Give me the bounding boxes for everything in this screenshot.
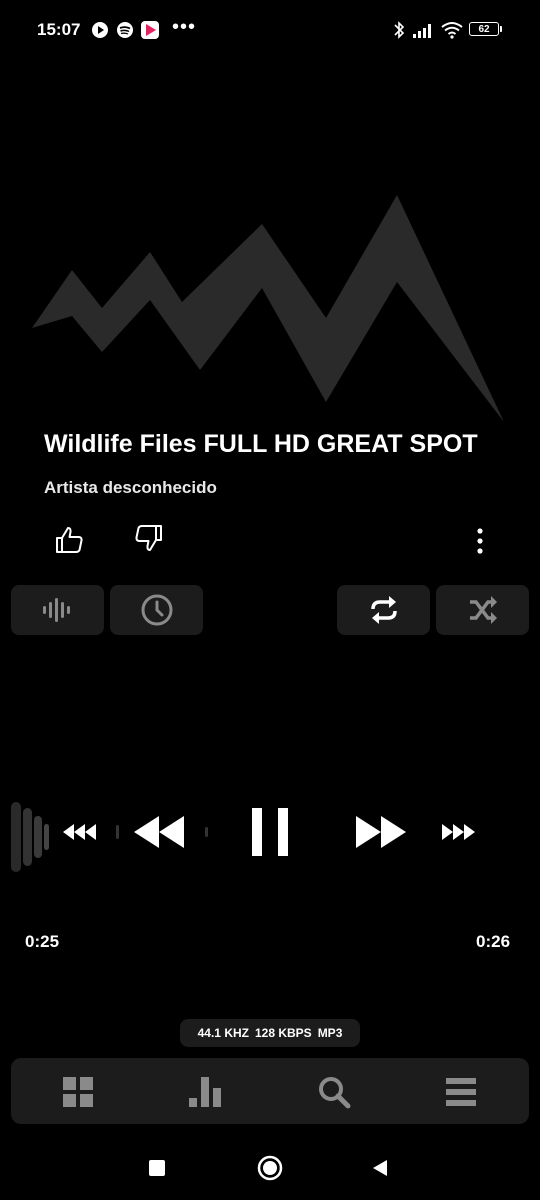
seek-handle-waveform[interactable] [10, 800, 50, 874]
more-options-button[interactable] [468, 526, 492, 556]
battery-tip [500, 26, 502, 32]
clock-icon [141, 594, 172, 626]
spotify-icon [117, 22, 133, 38]
divider [116, 825, 119, 839]
bitrate: 128 KBPS [254, 1026, 312, 1040]
album-art [32, 195, 504, 422]
nav-queue[interactable] [441, 1072, 481, 1112]
thumbs-down-icon[interactable] [130, 522, 166, 554]
pause-icon[interactable] [248, 805, 292, 859]
recents-icon[interactable] [148, 1159, 166, 1177]
nav-search[interactable] [314, 1072, 354, 1112]
thumbs-up-icon[interactable] [52, 524, 88, 556]
shuffle-icon [469, 596, 497, 624]
total-time: 0:26 [476, 932, 511, 951]
battery-icon: 62 [469, 22, 499, 36]
menu-icon [446, 1078, 476, 1106]
wifi-icon [441, 22, 463, 39]
battery-level: 62 [478, 23, 490, 35]
signal-icon [413, 24, 431, 38]
skip-forward-icon[interactable] [438, 821, 478, 843]
app-notification-icon [141, 21, 159, 39]
status-time: 15:07 [37, 20, 81, 39]
bottom-navigation [11, 1058, 529, 1124]
track-artist: Artista desconhecido [44, 478, 217, 497]
sleep-timer-button[interactable] [110, 585, 203, 635]
nav-library[interactable] [58, 1072, 98, 1112]
status-bar: 15:07 ••• 62 [0, 0, 540, 60]
home-icon[interactable] [256, 1154, 284, 1182]
grid-icon [63, 1077, 93, 1107]
sample-rate: 44.1 KHZ [197, 1026, 249, 1040]
elapsed-time: 0:25 [25, 932, 60, 951]
skip-back-icon[interactable] [60, 821, 100, 843]
system-navigation [0, 1140, 540, 1200]
rewind-icon[interactable] [132, 814, 186, 850]
search-icon [319, 1077, 351, 1109]
audio-format-badge: 44.1 KHZ 128 KBPS MP3 [180, 1019, 360, 1047]
waveform-icon [42, 598, 70, 622]
back-icon[interactable] [370, 1158, 390, 1178]
bluetooth-icon [394, 21, 405, 39]
nav-stats[interactable] [186, 1072, 226, 1112]
equalizer-button[interactable] [11, 585, 104, 635]
transport-controls [0, 790, 540, 880]
repeat-icon [370, 596, 397, 624]
shuffle-button[interactable] [436, 585, 529, 635]
divider [205, 827, 208, 837]
repeat-button[interactable] [337, 585, 430, 635]
more-notifications-icon: ••• [172, 16, 197, 38]
track-title: Wildlife Files FULL HD GREAT SPOT [44, 430, 478, 458]
fast-forward-icon[interactable] [354, 814, 408, 850]
codec: MP3 [317, 1026, 343, 1040]
bar-chart-icon [189, 1077, 221, 1107]
play-notification-icon [92, 22, 108, 38]
